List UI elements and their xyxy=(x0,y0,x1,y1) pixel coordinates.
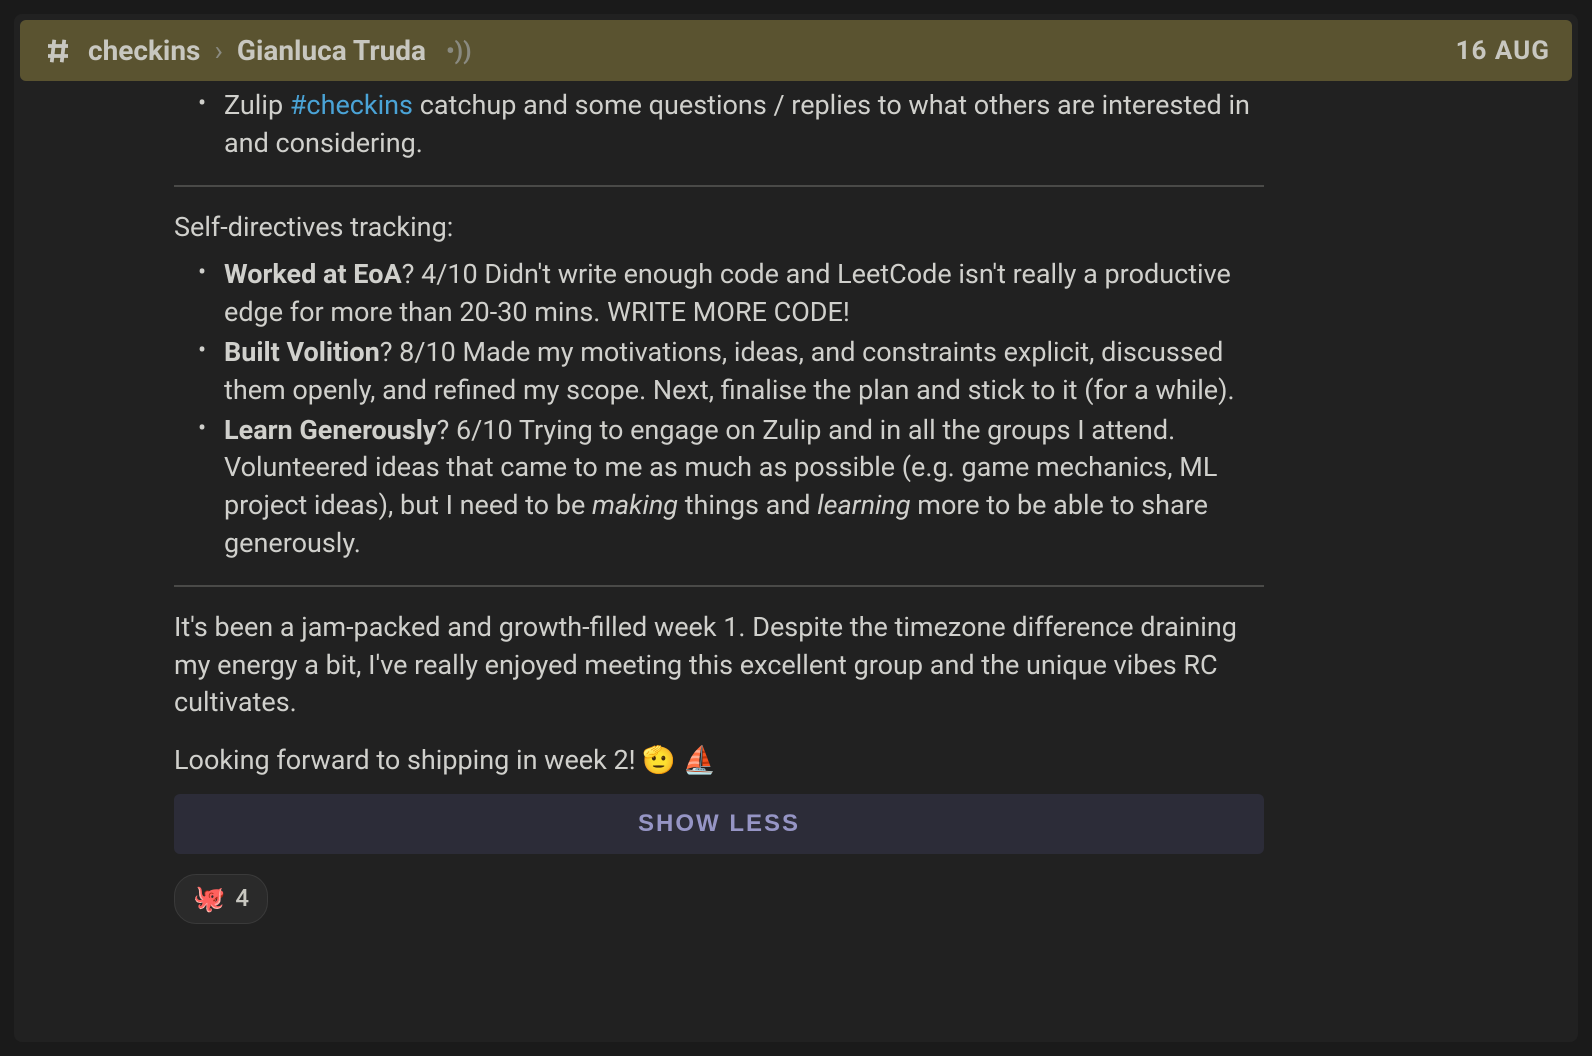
channel-link[interactable]: #checkins xyxy=(290,89,413,121)
message-content: Zulip #checkins catchup and some questio… xyxy=(14,87,1578,1042)
channel-name[interactable]: checkins xyxy=(88,34,200,67)
final-line: Looking forward to shipping in week 2! 🫡… xyxy=(174,742,1264,780)
list-item: Worked at EoA? 4/10 Didn't write enough … xyxy=(198,256,1264,332)
topic-name[interactable]: Gianluca Truda xyxy=(237,34,426,67)
directive-label: Built Volition xyxy=(224,336,380,368)
list-item: Built Volition? 8/10 Made my motivations… xyxy=(198,334,1264,410)
divider xyxy=(174,585,1264,587)
header-date: 16 AUG xyxy=(1456,36,1550,66)
breadcrumb: checkins › Gianluca Truda •)) xyxy=(42,34,472,67)
hash-icon xyxy=(42,35,74,67)
reaction-pill[interactable]: 🐙 4 xyxy=(174,874,268,924)
show-less-button[interactable]: SHOW LESS xyxy=(174,794,1264,854)
directive-label: Learn Generously xyxy=(224,414,437,446)
broadcast-icon: •)) xyxy=(446,37,471,65)
reaction-count: 4 xyxy=(235,882,249,916)
list-item: Learn Generously? 6/10 Trying to engage … xyxy=(198,412,1264,563)
section-heading: Self-directives tracking: xyxy=(174,209,1264,247)
divider xyxy=(174,185,1264,187)
chevron-icon: › xyxy=(214,34,222,67)
closing-text: It's been a jam-packed and growth-filled… xyxy=(174,609,1264,722)
directive-label: Worked at EoA xyxy=(224,258,402,290)
list-item: Zulip #checkins catchup and some questio… xyxy=(198,87,1264,163)
topic-header: checkins › Gianluca Truda •)) 16 AUG xyxy=(20,20,1572,81)
octopus-icon: 🐙 xyxy=(193,881,225,917)
